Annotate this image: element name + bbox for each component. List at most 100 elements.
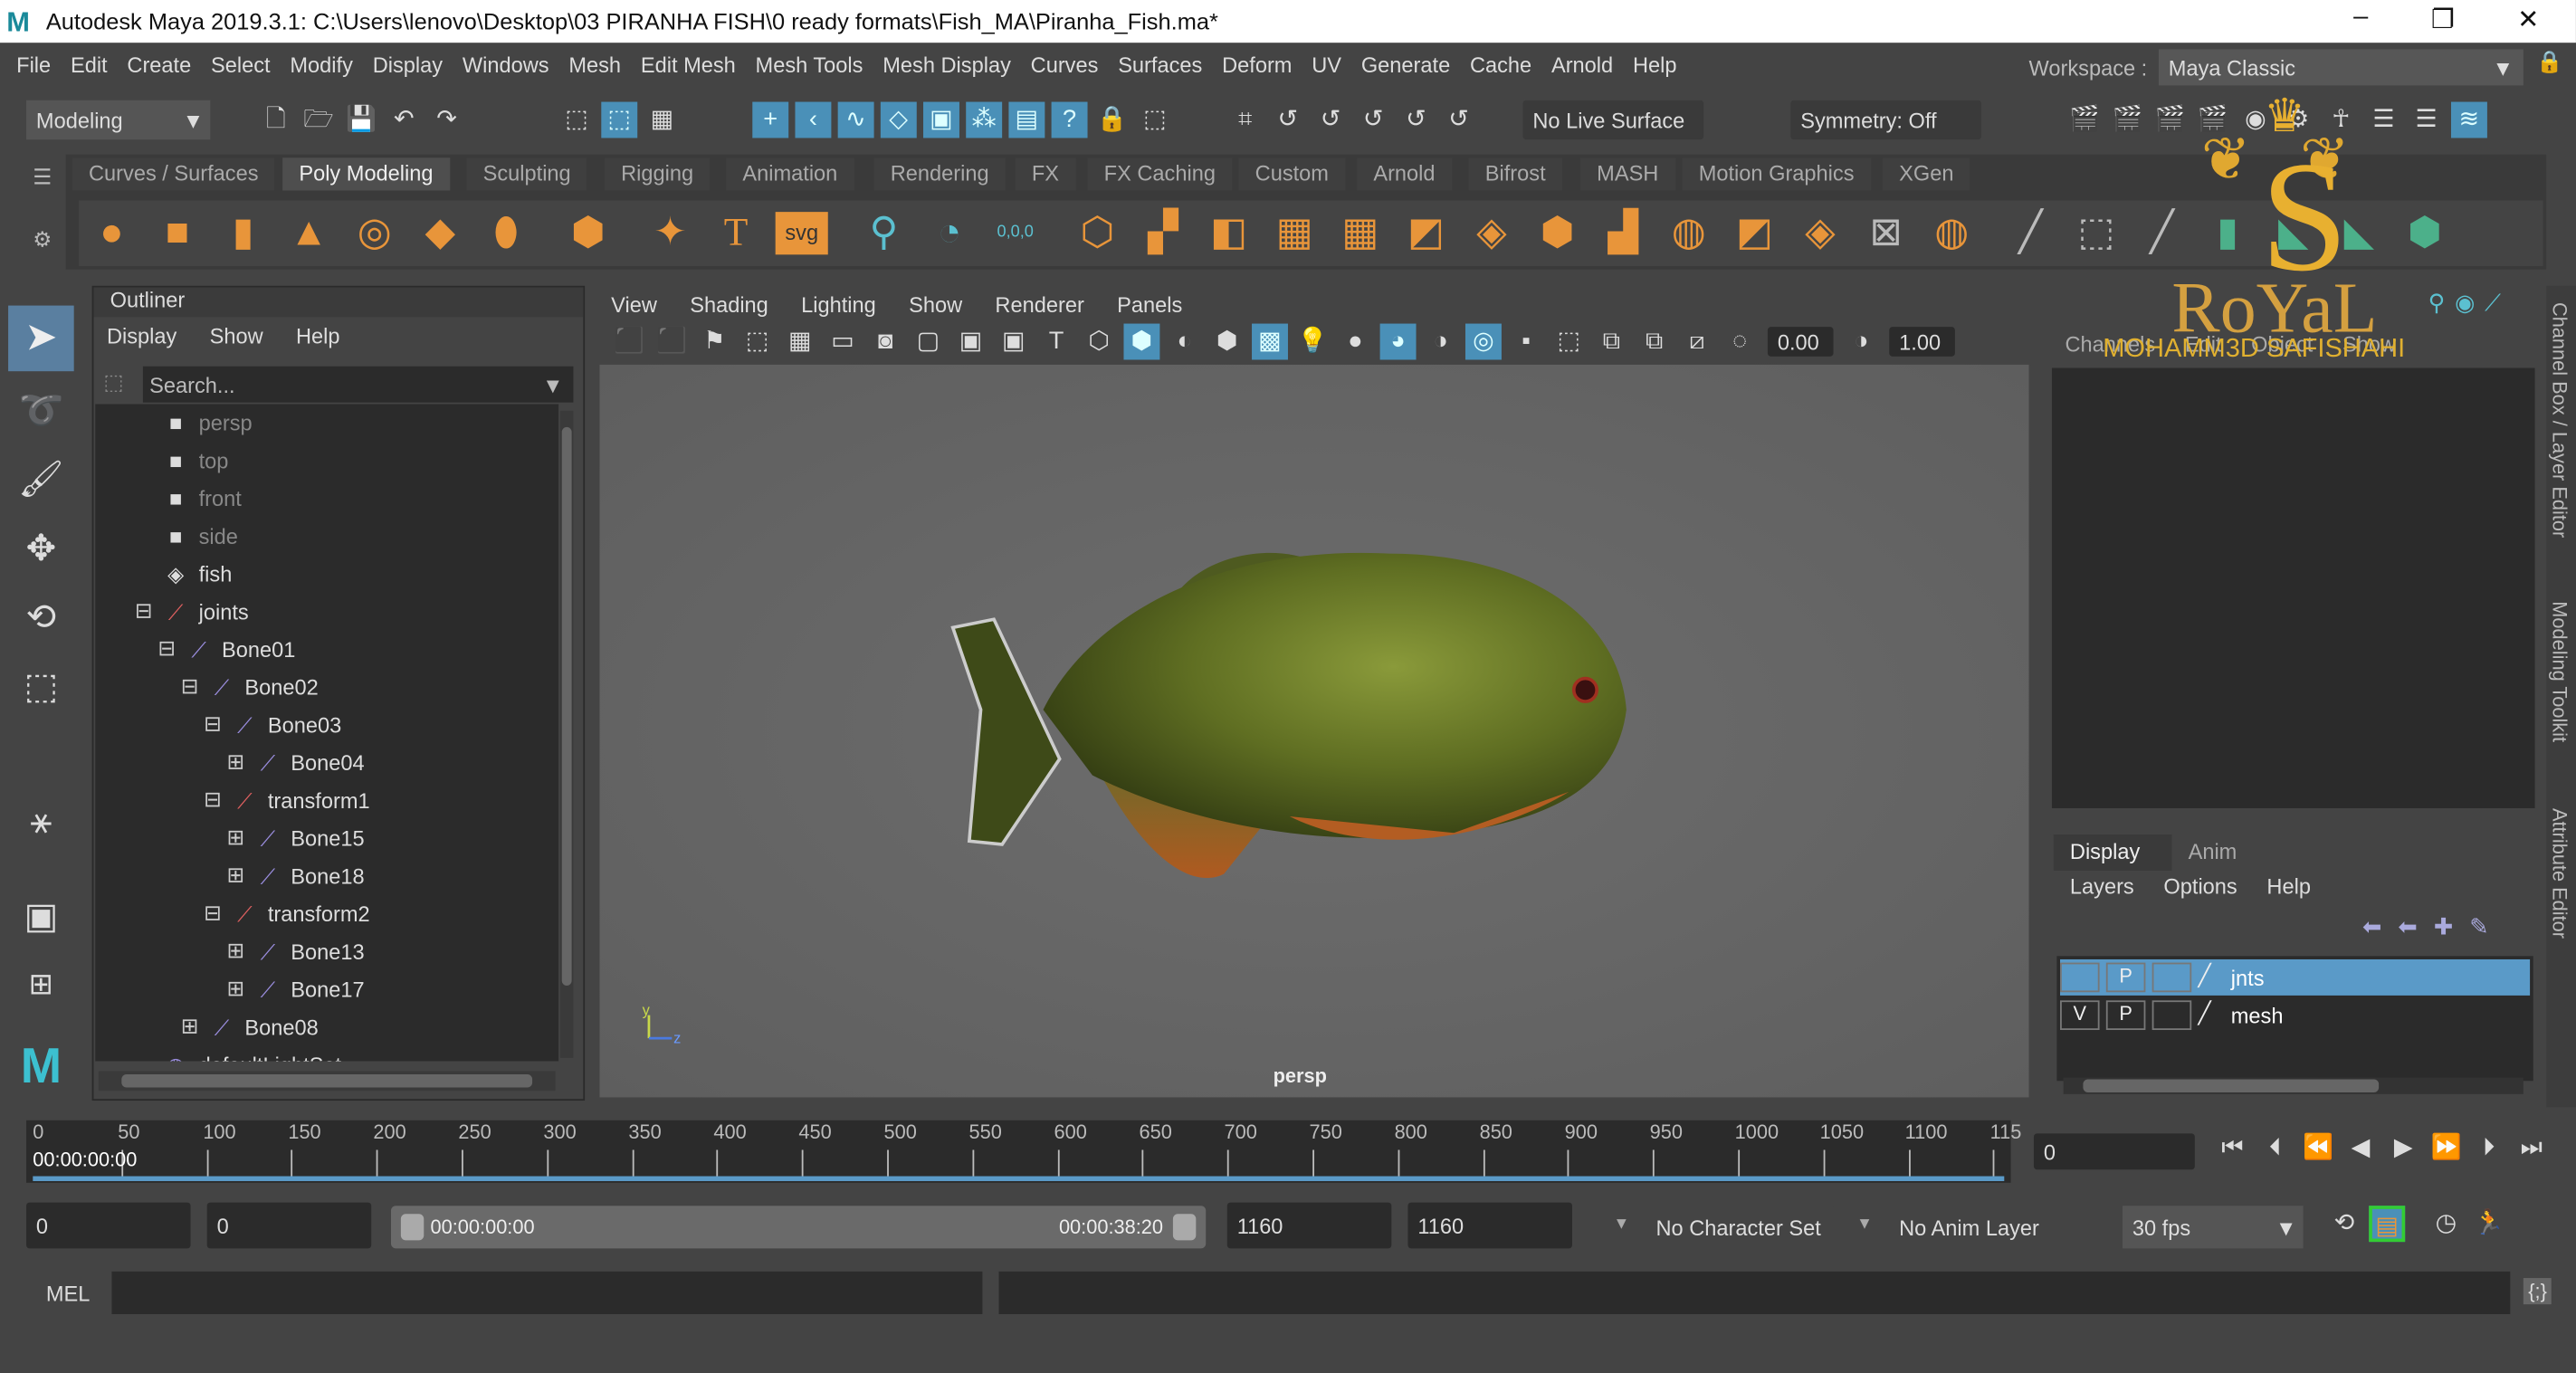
target-weld-icon[interactable]: ⊠ bbox=[1860, 207, 1913, 260]
shelf-tab-motion-graphics[interactable]: Motion Graphics bbox=[1682, 157, 1871, 191]
channel-box-toggle-icon[interactable]: ≋ bbox=[2450, 101, 2487, 138]
chevron-down-icon[interactable]: ▼ bbox=[1613, 1216, 1629, 1234]
minimize-button[interactable]: – bbox=[2336, 4, 2385, 33]
outliner-item[interactable]: ◍ defaultLightSet bbox=[135, 1046, 341, 1062]
uv-editor-icon[interactable]: ▮ bbox=[2201, 207, 2254, 260]
layer-playback-toggle[interactable]: P bbox=[2105, 1000, 2146, 1031]
loop-icon[interactable]: ⟲ bbox=[2326, 1206, 2362, 1242]
anim-layer-dropdown[interactable]: No Anim Layer bbox=[1889, 1206, 2077, 1249]
step-back-icon[interactable]: ⏴ bbox=[2257, 1130, 2294, 1167]
poly-cube-icon[interactable]: ■ bbox=[151, 207, 204, 260]
mask-curves-icon[interactable]: ∿ bbox=[837, 101, 874, 138]
channel-box-toggle-icons[interactable]: ⚲◉⟋ bbox=[2428, 289, 2511, 317]
shelf-menu-icon[interactable]: ☰ bbox=[33, 165, 52, 191]
smooth-shade-icon[interactable]: ⬢ bbox=[1123, 323, 1160, 360]
poly-svg-icon[interactable]: svg bbox=[775, 212, 828, 255]
lights-icon[interactable]: 💡 bbox=[1294, 324, 1331, 360]
extrude-icon[interactable]: ⬢ bbox=[1531, 207, 1584, 260]
scroll-thumb[interactable] bbox=[561, 426, 572, 986]
outliner-item[interactable]: ◈ fish bbox=[135, 555, 232, 593]
expand-toggle-icon[interactable]: ⊞ bbox=[226, 939, 245, 961]
mask-misc-icon[interactable]: ? bbox=[1051, 101, 1088, 138]
outliner-item[interactable]: ⊞ ⟋ Bone18 bbox=[226, 857, 365, 895]
layer-horizontal-scrollbar[interactable] bbox=[2063, 1077, 2524, 1094]
append-polygon-icon[interactable]: ◈ bbox=[1794, 207, 1846, 260]
chevron-down-icon[interactable]: ▼ bbox=[1856, 1216, 1873, 1234]
bevel-icon[interactable]: ◍ bbox=[1663, 207, 1715, 260]
boolean-icon[interactable]: ◈ bbox=[1465, 207, 1518, 260]
outliner-item[interactable]: ⊟ ⟋ transform1 bbox=[204, 782, 369, 820]
command-language-label[interactable]: MEL bbox=[46, 1282, 91, 1306]
mask-deformations-icon[interactable]: ▣ bbox=[923, 101, 959, 138]
layer-type-toggle[interactable] bbox=[2151, 1000, 2192, 1031]
piranha-fish-model[interactable] bbox=[599, 365, 2028, 1097]
combine-icon[interactable]: ⬡ bbox=[1071, 207, 1123, 260]
layer-menu-layers[interactable]: Layers bbox=[2070, 874, 2134, 899]
step-forward-icon[interactable]: ⏵ bbox=[2471, 1130, 2507, 1167]
command-input[interactable] bbox=[111, 1271, 983, 1314]
outliner-item[interactable]: ⊟ ⟋ Bone03 bbox=[204, 706, 341, 744]
tab-display[interactable]: Display bbox=[2053, 834, 2172, 871]
outliner-vertical-scrollbar[interactable] bbox=[559, 410, 574, 1058]
auto-uv-icon[interactable]: ⬢ bbox=[2399, 207, 2451, 260]
tab-anim[interactable]: Anim bbox=[2175, 834, 2274, 871]
insert-edge-loop-icon[interactable]: ◍ bbox=[1925, 207, 1978, 260]
smooth-icon[interactable]: ▦ bbox=[1268, 207, 1321, 260]
reduce-icon[interactable]: ▦ bbox=[1334, 207, 1387, 260]
camera-attributes-icon[interactable]: ⬛ bbox=[654, 324, 690, 360]
channel-box-menu-show[interactable]: Show bbox=[2342, 332, 2396, 357]
outliner-menu-show[interactable]: Show bbox=[210, 324, 263, 348]
shelf-tab-animation[interactable]: Animation bbox=[726, 157, 854, 191]
character-set-dropdown[interactable]: No Character Set bbox=[1646, 1206, 1834, 1249]
shelf-tab-fx[interactable]: FX bbox=[1015, 157, 1076, 191]
poly-plane-icon[interactable]: ◆ bbox=[414, 207, 466, 260]
select-object-icon[interactable]: ⬚ bbox=[601, 101, 638, 138]
menu-generate[interactable]: Generate bbox=[1361, 52, 1450, 76]
script-editor-icon[interactable]: {;} bbox=[2523, 1278, 2552, 1305]
menu-select[interactable]: Select bbox=[211, 52, 271, 76]
select-camera-icon[interactable]: ⬛ bbox=[611, 324, 647, 360]
snap-view-plane-icon[interactable]: ↺ bbox=[1355, 102, 1391, 138]
menu-edit[interactable]: Edit bbox=[71, 52, 108, 76]
poly-torus-icon[interactable]: ◎ bbox=[348, 207, 401, 260]
rotate-tool-icon[interactable]: ⟲ bbox=[8, 585, 74, 651]
shelf-tab-rendering[interactable]: Rendering bbox=[873, 157, 1006, 191]
menu-modify[interactable]: Modify bbox=[290, 52, 353, 76]
expand-toggle-icon[interactable]: ⊟ bbox=[204, 713, 222, 735]
outliner-item[interactable]: ⊟ ⟋ joints bbox=[135, 593, 249, 631]
scroll-thumb[interactable] bbox=[2083, 1079, 2380, 1092]
select-hierarchy-icon[interactable]: ⬚ bbox=[558, 102, 595, 138]
range-end-handle[interactable] bbox=[1172, 1214, 1197, 1241]
symmetry-dropdown[interactable]: Symmetry: Off bbox=[1790, 100, 1981, 140]
menu-set-dropdown[interactable]: Modeling ▼ bbox=[26, 100, 211, 140]
gate-mask-icon[interactable]: ▢ bbox=[911, 324, 947, 360]
xray-joints-icon[interactable]: ⧉ bbox=[1636, 324, 1673, 360]
bookmark-icon[interactable]: ⚑ bbox=[697, 324, 733, 360]
motion-blur-icon[interactable]: ◑ bbox=[1423, 324, 1459, 360]
menu-mesh-tools[interactable]: Mesh Tools bbox=[756, 52, 863, 76]
mask-joints-icon[interactable]: ‹ bbox=[795, 101, 832, 138]
undo-icon[interactable]: ↶ bbox=[386, 102, 423, 138]
gamma-field[interactable]: 1.00 bbox=[1889, 327, 1955, 357]
playback-end-field[interactable]: 1160 bbox=[1226, 1202, 1392, 1249]
channel-box-menu-object[interactable]: Object bbox=[2251, 332, 2313, 357]
viewport-menu-shading[interactable]: Shading bbox=[690, 292, 768, 317]
outliner-horizontal-scrollbar[interactable] bbox=[98, 1071, 556, 1092]
step-forward-key-icon[interactable]: ⏩ bbox=[2428, 1130, 2465, 1167]
viewport-menu-panels[interactable]: Panels bbox=[1117, 292, 1182, 317]
menu-edit-mesh[interactable]: Edit Mesh bbox=[641, 52, 736, 76]
tab-modeling-toolkit[interactable]: Modeling Toolkit bbox=[2548, 601, 2571, 742]
play-forward-icon[interactable]: ▶ bbox=[2385, 1130, 2421, 1167]
expand-toggle-icon[interactable]: ⊞ bbox=[181, 1015, 199, 1037]
edge-loop-icon[interactable]: ⬚ bbox=[2070, 207, 2123, 260]
scale-tool-icon[interactable]: ⬚ bbox=[8, 653, 74, 720]
cache-playback-icon[interactable]: ▤ bbox=[2369, 1206, 2406, 1243]
outliner-item[interactable]: ⊞ ⟋ Bone04 bbox=[226, 744, 365, 782]
fps-dropdown[interactable]: 30 fps ▼ bbox=[2122, 1206, 2304, 1249]
gamma-icon[interactable]: ◑ bbox=[1843, 324, 1879, 360]
menu-mesh[interactable]: Mesh bbox=[568, 52, 621, 76]
snap-curve-icon[interactable]: ↺ bbox=[1270, 102, 1306, 138]
close-button[interactable]: ✕ bbox=[2504, 4, 2552, 36]
layer-menu-help[interactable]: Help bbox=[2266, 874, 2311, 899]
offset-edge-icon[interactable]: ╱ bbox=[2136, 207, 2189, 260]
